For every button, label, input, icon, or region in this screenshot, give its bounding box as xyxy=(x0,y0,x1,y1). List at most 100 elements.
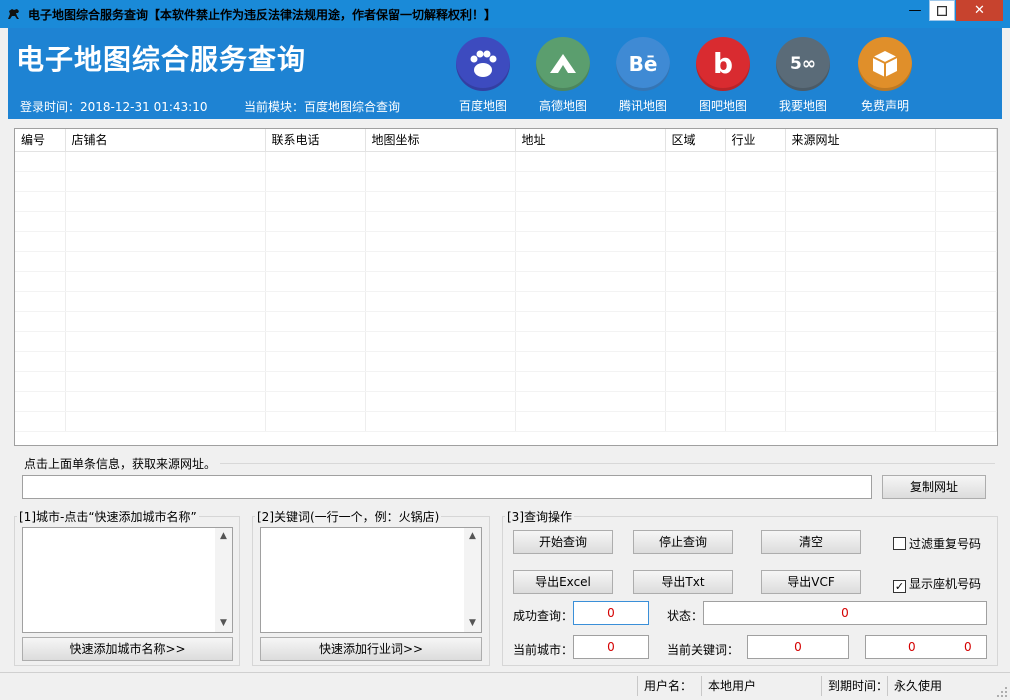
nav-amap[interactable]: 高德地图 xyxy=(528,37,598,115)
export-txt-button[interactable]: 导出Txt xyxy=(633,570,733,594)
column-header-region[interactable]: 区域 xyxy=(665,129,726,152)
login-time: 登录时间：2018-12-31 01:43:10 xyxy=(20,100,208,114)
table-row[interactable] xyxy=(15,371,997,392)
table-row[interactable] xyxy=(15,211,997,232)
scroll-down-icon[interactable]: ▼ xyxy=(464,615,481,632)
table-cell xyxy=(785,271,936,292)
column-header-shop[interactable]: 店铺名 xyxy=(65,129,266,152)
table-row[interactable] xyxy=(15,311,997,332)
table-cell xyxy=(935,191,997,212)
table-cell xyxy=(365,351,516,372)
scroll-up-icon[interactable]: ▲ xyxy=(464,528,481,545)
progress-field[interactable]: 0 0 xyxy=(865,635,987,659)
table-cell xyxy=(725,371,786,392)
table-cell xyxy=(515,171,666,192)
user-label: 用户名： xyxy=(637,676,699,696)
table-cell xyxy=(515,391,666,412)
box-icon xyxy=(858,37,912,91)
app-title: 电子地图综合服务查询 xyxy=(16,43,307,76)
nav-51ditu[interactable]: 5∞ 我要地图 xyxy=(768,37,838,115)
table-cell xyxy=(365,271,516,292)
nav-mapbar[interactable]: b 图吧地图 xyxy=(688,37,758,115)
table-row[interactable] xyxy=(15,251,997,272)
table-cell xyxy=(665,331,726,352)
table-cell xyxy=(785,371,936,392)
status-field[interactable]: 0 xyxy=(703,601,987,625)
nav-disclaimer[interactable]: 免费声明 xyxy=(850,37,920,115)
add-city-button[interactable]: 快速添加城市名称>> xyxy=(22,637,233,661)
table-row[interactable] xyxy=(15,411,997,432)
table-row[interactable] xyxy=(15,271,997,292)
minimize-button[interactable]: — xyxy=(902,0,928,21)
current-city-field[interactable]: 0 xyxy=(573,635,649,659)
table-cell xyxy=(15,391,66,412)
nav-baidu-map[interactable]: 百度地图 xyxy=(448,37,518,115)
export-excel-button[interactable]: 导出Excel xyxy=(513,570,613,594)
table-cell xyxy=(265,391,366,412)
resize-grip-icon[interactable] xyxy=(996,686,1008,698)
table-row[interactable] xyxy=(15,151,997,172)
column-header-phone[interactable]: 联系电话 xyxy=(265,129,366,152)
filter-duplicates-checkbox[interactable]: 过滤重复号码 xyxy=(893,535,981,552)
scroll-up-icon[interactable]: ▲ xyxy=(215,528,232,545)
table-cell xyxy=(665,171,726,192)
table-cell xyxy=(515,351,666,372)
keyword-scrollbar[interactable]: ▲ ▼ xyxy=(464,528,481,632)
scroll-down-icon[interactable]: ▼ xyxy=(215,615,232,632)
b-icon: b xyxy=(696,37,750,91)
column-header-source[interactable]: 来源网址 xyxy=(785,129,936,152)
column-header-id[interactable]: 编号 xyxy=(15,129,66,152)
table-row[interactable] xyxy=(15,291,997,312)
user-value: 本地用户 xyxy=(701,676,819,696)
close-button[interactable]: ✕ xyxy=(956,0,1003,21)
keyword-list-input[interactable]: ▲ ▼ xyxy=(260,527,482,633)
current-keyword-field[interactable]: 0 xyxy=(747,635,849,659)
nav-label: 高德地图 xyxy=(538,99,587,113)
column-header-industry[interactable]: 行业 xyxy=(725,129,786,152)
table-cell xyxy=(665,151,726,172)
table-cell xyxy=(665,311,726,332)
add-keyword-button[interactable]: 快速添加行业词>> xyxy=(260,637,482,661)
table-cell xyxy=(365,211,516,232)
results-table[interactable]: 编号 店铺名 联系电话 地图坐标 地址 区域 行业 来源网址 xyxy=(14,128,998,446)
current-city-label: 当前城市： xyxy=(513,643,574,657)
city-scrollbar[interactable]: ▲ ▼ xyxy=(215,528,232,632)
export-vcf-button[interactable]: 导出VCF xyxy=(761,570,861,594)
table-row[interactable] xyxy=(15,331,997,352)
show-landline-checkbox[interactable]: ✓ 显示座机号码 xyxy=(893,575,981,593)
table-cell xyxy=(725,331,786,352)
table-row[interactable] xyxy=(15,171,997,192)
table-cell xyxy=(725,171,786,192)
city-list-input[interactable]: ▲ ▼ xyxy=(22,527,233,633)
table-row[interactable] xyxy=(15,351,997,372)
table-cell xyxy=(65,331,266,352)
column-header-address[interactable]: 地址 xyxy=(515,129,666,152)
table-row[interactable] xyxy=(15,391,997,412)
table-cell xyxy=(15,291,66,312)
table-cell xyxy=(65,371,266,392)
table-cell xyxy=(365,391,516,412)
table-cell xyxy=(65,271,266,292)
filter-duplicates-label: 过滤重复号码 xyxy=(909,537,982,551)
maximize-button[interactable] xyxy=(929,0,955,21)
clear-button[interactable]: 清空 xyxy=(761,530,861,554)
table-cell xyxy=(725,191,786,212)
source-url-field[interactable] xyxy=(22,475,872,499)
stop-query-button[interactable]: 停止查询 xyxy=(633,530,733,554)
table-row[interactable] xyxy=(15,231,997,252)
expire-value: 永久使用 xyxy=(887,676,993,696)
table-cell xyxy=(785,251,936,272)
column-header-coords[interactable]: 地图坐标 xyxy=(365,129,516,152)
nav-tencent-map[interactable]: Bē 腾讯地图 xyxy=(608,37,678,115)
start-query-button[interactable]: 开始查询 xyxy=(513,530,613,554)
table-cell xyxy=(265,151,366,172)
table-cell xyxy=(265,271,366,292)
window-title: 电子地图综合服务查询【本软件禁止作为违反法律法规用途，作者保留一切解释权利！】 xyxy=(28,8,497,22)
table-cell xyxy=(935,411,997,432)
copy-url-button[interactable]: 复制网址 xyxy=(882,475,986,499)
success-count-field[interactable]: 0 xyxy=(573,601,649,625)
table-cell xyxy=(65,351,266,372)
table-cell xyxy=(935,271,997,292)
table-row[interactable] xyxy=(15,191,997,212)
title-bar: 电子地图综合服务查询【本软件禁止作为违反法律法规用途，作者保留一切解释权利！】 … xyxy=(0,0,1010,28)
